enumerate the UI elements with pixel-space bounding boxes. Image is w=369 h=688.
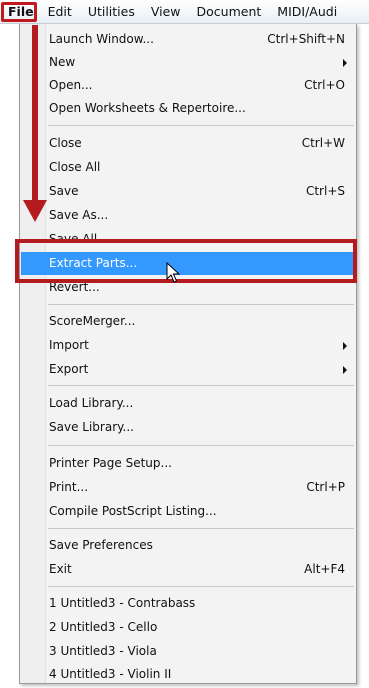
menu-item-label: 2 Untitled3 - Cello xyxy=(49,620,158,634)
menu-item-recent-1[interactable]: 1 Untitled3 - Contrabass xyxy=(21,592,355,615)
menu-separator xyxy=(48,304,354,305)
menu-item-scoremerger[interactable]: ScoreMerger... xyxy=(21,310,355,333)
menu-item-save-library[interactable]: Save Library... xyxy=(21,416,355,439)
arrow-cursor-icon xyxy=(166,262,180,283)
menu-item-shortcut: Ctrl+Shift+N xyxy=(267,32,345,46)
menu-item-load-library[interactable]: Load Library... xyxy=(21,392,355,415)
menu-item-printer-page-setup[interactable]: Printer Page Setup... xyxy=(21,452,355,475)
menu-item-label: Import xyxy=(49,338,89,352)
menu-item-label: Close All xyxy=(49,160,101,174)
menu-item-compile-postscript[interactable]: Compile PostScript Listing... xyxy=(21,500,355,523)
menu-item-recent-3[interactable]: 3 Untitled3 - Viola xyxy=(21,640,355,663)
submenu-arrow-icon xyxy=(343,366,347,374)
menu-item-shortcut: Alt+F4 xyxy=(304,562,345,576)
menu-item-close[interactable]: Close Ctrl+W xyxy=(21,132,355,155)
menu-document[interactable]: Document xyxy=(189,0,270,24)
menu-item-open-worksheets[interactable]: Open Worksheets & Repertoire... xyxy=(21,97,355,120)
menu-item-label: Open... xyxy=(49,78,93,92)
annotation-arrow-shaft xyxy=(32,25,38,208)
menu-item-open[interactable]: Open... Ctrl+O xyxy=(21,74,355,97)
menu-item-close-all[interactable]: Close All xyxy=(21,156,355,179)
menu-item-label: Launch Window... xyxy=(49,32,154,46)
submenu-arrow-icon xyxy=(343,59,347,67)
menu-item-label: Printer Page Setup... xyxy=(49,456,172,470)
menu-item-label: 1 Untitled3 - Contrabass xyxy=(49,596,196,610)
file-menu-dropdown: Launch Window... Ctrl+Shift+N New Open..… xyxy=(19,24,357,684)
menu-item-label: Save xyxy=(49,184,79,198)
menu-midi-audio[interactable]: MIDI/Audi xyxy=(269,0,345,24)
menu-utilities[interactable]: Utilities xyxy=(80,0,143,24)
menu-item-label: Export xyxy=(49,362,89,376)
menu-separator xyxy=(48,125,354,126)
file-menu-annotation-box xyxy=(1,2,37,22)
menu-item-import[interactable]: Import xyxy=(21,334,355,357)
menu-item-label: Close xyxy=(49,136,82,150)
menu-item-shortcut: Ctrl+W xyxy=(301,136,345,150)
menu-separator xyxy=(48,385,354,386)
menu-item-shortcut: Ctrl+O xyxy=(304,78,345,92)
menu-bar: File Edit Utilities View Document MIDI/A… xyxy=(0,0,369,24)
menu-item-label: Compile PostScript Listing... xyxy=(49,504,217,518)
menu-separator xyxy=(48,528,354,529)
menu-item-label: Save As... xyxy=(49,208,109,222)
menu-edit[interactable]: Edit xyxy=(40,0,80,24)
menu-item-label: New xyxy=(49,55,76,69)
menu-separator xyxy=(48,586,354,587)
menu-item-exit[interactable]: Exit Alt+F4 xyxy=(21,558,355,581)
menu-item-label: 3 Untitled3 - Viola xyxy=(49,644,157,658)
menu-item-label: Print... xyxy=(49,480,89,494)
menu-item-recent-4[interactable]: 4 Untitled3 - Violin II xyxy=(21,663,355,686)
menu-item-shortcut: Ctrl+S xyxy=(305,184,345,198)
menu-item-save[interactable]: Save Ctrl+S xyxy=(21,180,355,203)
annotation-arrow-head xyxy=(23,200,47,222)
menu-item-label: Save Library... xyxy=(49,420,134,434)
menu-view[interactable]: View xyxy=(143,0,189,24)
menu-item-new[interactable]: New xyxy=(21,51,355,74)
menu-item-label: Open Worksheets & Repertoire... xyxy=(49,101,246,115)
menu-item-launch-window[interactable]: Launch Window... Ctrl+Shift+N xyxy=(21,28,355,51)
menu-item-print[interactable]: Print... Ctrl+P xyxy=(21,476,355,499)
menu-item-save-as[interactable]: Save As... xyxy=(21,204,355,227)
menu-item-label: Load Library... xyxy=(49,396,134,410)
menu-item-label: Exit xyxy=(49,562,72,576)
extract-parts-annotation-box xyxy=(15,239,357,283)
menu-item-label: ScoreMerger... xyxy=(49,314,136,328)
submenu-arrow-icon xyxy=(343,342,347,350)
menu-item-shortcut: Ctrl+P xyxy=(306,480,345,494)
menu-separator xyxy=(48,445,354,446)
menu-item-save-preferences[interactable]: Save Preferences xyxy=(21,534,355,557)
menu-item-export[interactable]: Export xyxy=(21,358,355,381)
menu-item-recent-2[interactable]: 2 Untitled3 - Cello xyxy=(21,616,355,639)
menu-item-label: Save Preferences xyxy=(49,538,153,552)
menu-item-label: 4 Untitled3 - Violin II xyxy=(49,667,172,681)
